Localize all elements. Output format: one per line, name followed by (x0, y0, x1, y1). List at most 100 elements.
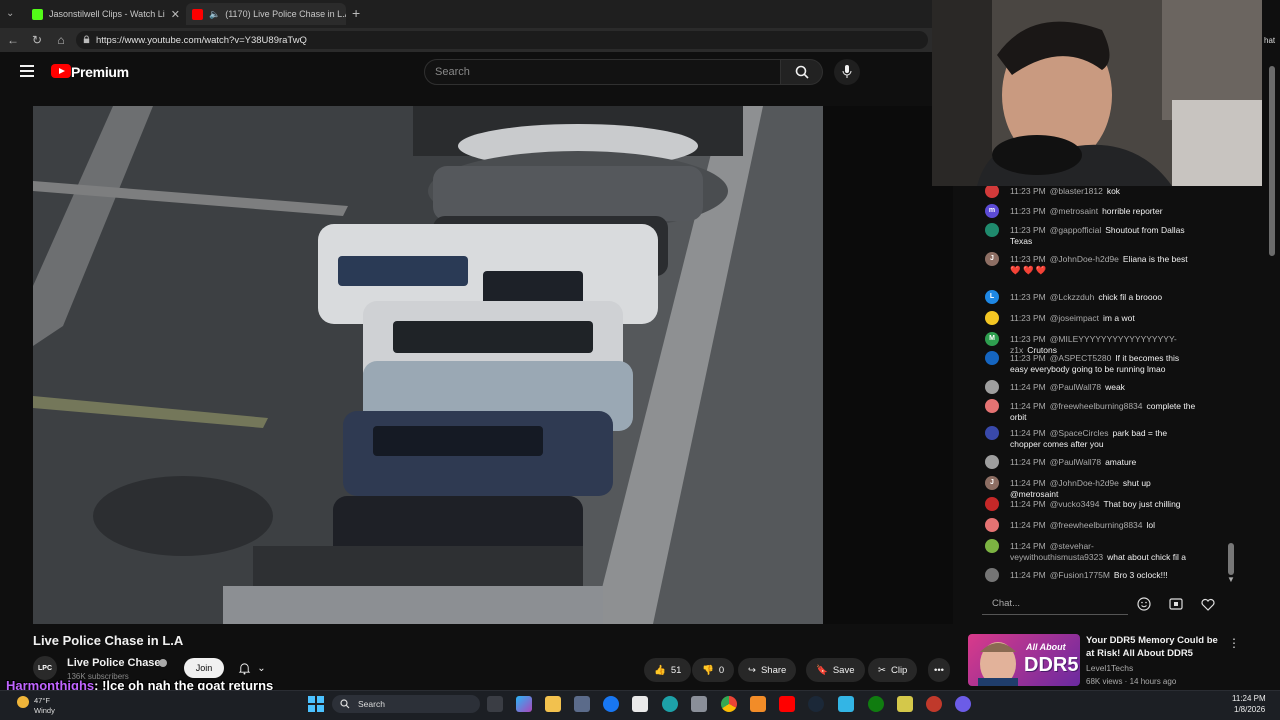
menu-icon[interactable] (20, 65, 34, 77)
chat-avatar[interactable] (985, 568, 999, 582)
weather-icon[interactable] (17, 696, 29, 708)
facebook-icon[interactable] (603, 696, 619, 712)
chat-avatar[interactable]: L (985, 290, 999, 304)
copilot-icon[interactable] (516, 696, 532, 712)
chat-user[interactable]: @Lckzzduh (1050, 292, 1095, 302)
chat-avatar[interactable] (985, 223, 999, 237)
youtube-app-icon[interactable] (779, 696, 795, 712)
new-tab-button[interactable]: + (352, 5, 360, 21)
recommended-video-channel[interactable]: Level1Techs (1086, 663, 1133, 673)
emoji-button[interactable] (1135, 595, 1153, 613)
calculator-icon[interactable] (691, 696, 707, 712)
taskbar-date[interactable]: 1/8/2026 (1234, 705, 1265, 714)
chat-avatar[interactable] (985, 186, 999, 198)
obs-icon[interactable] (955, 696, 971, 712)
chat-text: Eliana is the best (1122, 254, 1188, 264)
recommended-video-thumbnail[interactable]: All About DDR5 (968, 634, 1080, 686)
chat-avatar[interactable] (985, 380, 999, 394)
tab-live-police-chase[interactable]: 🔈 (1170) Live Police Chase in L.A ✕ (186, 3, 346, 25)
video-player[interactable] (33, 106, 823, 624)
more-actions-button[interactable]: ••• (928, 658, 950, 682)
chat-user[interactable]: @vucko3494 (1050, 499, 1100, 509)
chat-user[interactable]: @JohnDoe-h2d9e (1050, 478, 1119, 488)
taskbar-search[interactable]: Search (332, 695, 480, 713)
chat-user[interactable]: @freewheelburning8834 (1050, 401, 1143, 411)
windows-start-icon[interactable] (308, 696, 324, 712)
search-button[interactable] (781, 59, 823, 85)
youtube-premium-label[interactable]: Premium (71, 64, 129, 80)
super-chat-button[interactable] (1167, 595, 1185, 613)
chat-avatar[interactable] (985, 311, 999, 325)
steam-icon[interactable] (808, 696, 824, 712)
voice-search-button[interactable] (834, 59, 860, 85)
chat-avatar[interactable] (985, 351, 999, 365)
like-button[interactable]: 👍 51 (644, 658, 692, 682)
chat-avatar[interactable] (985, 455, 999, 469)
chat-avatar[interactable]: J (985, 476, 999, 490)
reload-icon[interactable]: ↻ (28, 31, 46, 49)
chat-avatar[interactable] (985, 497, 999, 511)
chat-avatar[interactable]: M (985, 332, 999, 346)
chat-scrollbar[interactable] (1228, 543, 1234, 575)
page-scrollbar[interactable] (1269, 66, 1275, 256)
home-icon[interactable]: ⌂ (52, 31, 70, 49)
chat-user[interactable]: @PaulWall78 (1050, 457, 1101, 467)
chrome-icon[interactable] (721, 696, 737, 712)
chat-avatar[interactable] (985, 426, 999, 440)
share-button[interactable]: ↪ Share (738, 658, 797, 682)
chat-user[interactable]: @JohnDoe-h2d9e (1050, 254, 1119, 264)
dislike-button[interactable]: 👎 0 (692, 658, 735, 682)
url-field[interactable]: https://www.youtube.com/watch?v=Y38U89ra… (76, 31, 928, 49)
join-button[interactable]: Join (184, 658, 224, 678)
task-view-icon[interactable] (487, 696, 503, 712)
chat-user[interactable]: @ASPECT5280 (1050, 353, 1112, 363)
chat-user[interactable]: @metrosaint (1050, 206, 1098, 216)
chat-avatar[interactable] (985, 518, 999, 532)
back-arrow-icon[interactable]: ← (4, 31, 22, 49)
chat-message: L 11:23 PM @Lckzzduh chick fil a broooo (978, 290, 1198, 304)
weather-temperature[interactable]: 47°F (34, 696, 50, 705)
heart-button[interactable] (1199, 595, 1217, 613)
chat-user[interactable]: @Fusion1775M (1050, 570, 1110, 580)
vlc-icon[interactable] (750, 696, 766, 712)
chat-avatar[interactable] (985, 399, 999, 413)
store-icon[interactable] (574, 696, 590, 712)
chat-user[interactable]: @freewheelburning8834 (1050, 520, 1143, 530)
chat-avatar[interactable]: J (985, 252, 999, 266)
tab-list-chevron-icon[interactable]: ⌄ (6, 8, 14, 19)
clip-button[interactable]: ✂ Clip (868, 658, 918, 682)
chat-user[interactable]: @SpaceCircles (1050, 428, 1109, 438)
channel-name[interactable]: Live Police Chases (67, 657, 167, 669)
tab-close-icon[interactable]: ✕ (165, 8, 180, 21)
save-label: Save (832, 664, 855, 676)
search-input[interactable]: Search (424, 59, 781, 85)
taskbar-time[interactable]: 11:24 PM (1232, 694, 1266, 703)
channel-avatar[interactable]: LPC (33, 656, 57, 680)
file-explorer-icon[interactable] (545, 696, 561, 712)
chat-input[interactable]: Chat... (982, 593, 1128, 615)
chat-user[interactable]: @gappofficial (1050, 225, 1101, 235)
chat-avatar[interactable]: m (985, 204, 999, 218)
chat-user[interactable]: @blaster1812 (1050, 186, 1103, 196)
chat-user[interactable]: @PaulWall78 (1050, 382, 1101, 392)
tab-jasonstilwell[interactable]: Jasonstilwell Clips - Watch Li ✕ (26, 3, 184, 25)
chat-user[interactable]: @joseimpact (1050, 313, 1099, 323)
save-button[interactable]: 🔖 Save (806, 658, 865, 682)
recommended-video-title[interactable]: Your DDR5 Memory Could be at Risk! All A… (1086, 635, 1222, 660)
app-icon-red[interactable] (926, 696, 942, 712)
chat-text: what about chick fil a (1107, 551, 1186, 562)
notes-icon[interactable] (897, 696, 913, 712)
weather-description[interactable]: Windy (34, 706, 55, 715)
notification-button[interactable]: ⌄ (232, 658, 272, 678)
chat-message: m 11:23 PM @metrosaint horrible reporter (978, 204, 1198, 218)
site-info-icon[interactable] (82, 35, 91, 44)
chat-avatar[interactable] (985, 539, 999, 553)
chat-scroll-down-icon[interactable]: ▼ (1227, 575, 1235, 584)
edge-icon[interactable] (662, 696, 678, 712)
search-icon (795, 65, 809, 79)
youtube-logo-icon[interactable] (51, 64, 71, 78)
more-vert-icon[interactable]: ⋮ (1228, 636, 1240, 650)
app-icon[interactable] (838, 696, 854, 712)
xbox-icon[interactable] (868, 696, 884, 712)
amazon-icon[interactable] (632, 696, 648, 712)
